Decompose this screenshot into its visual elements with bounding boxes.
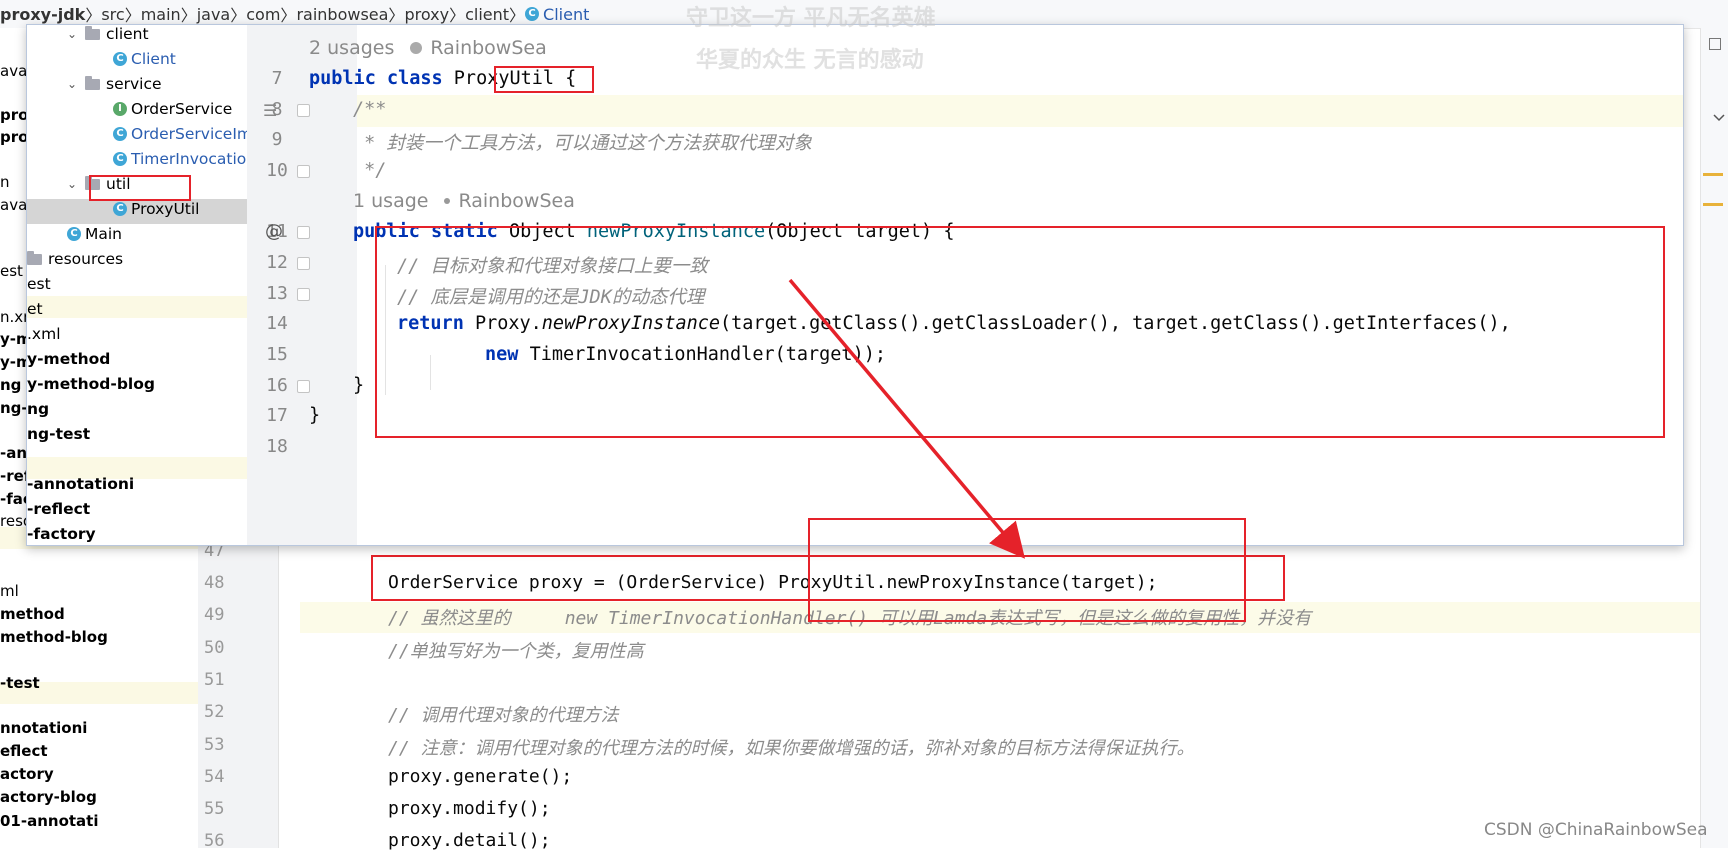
annotation-arrow — [788, 278, 1026, 559]
watermark-top: 守卫这一方 平凡无名英雄 — [686, 6, 936, 31]
watermark-bottom: 华夏的众生 无言的感动 — [696, 48, 924, 73]
credit: CSDN @ChinaRainbowSea — [1484, 820, 1708, 840]
